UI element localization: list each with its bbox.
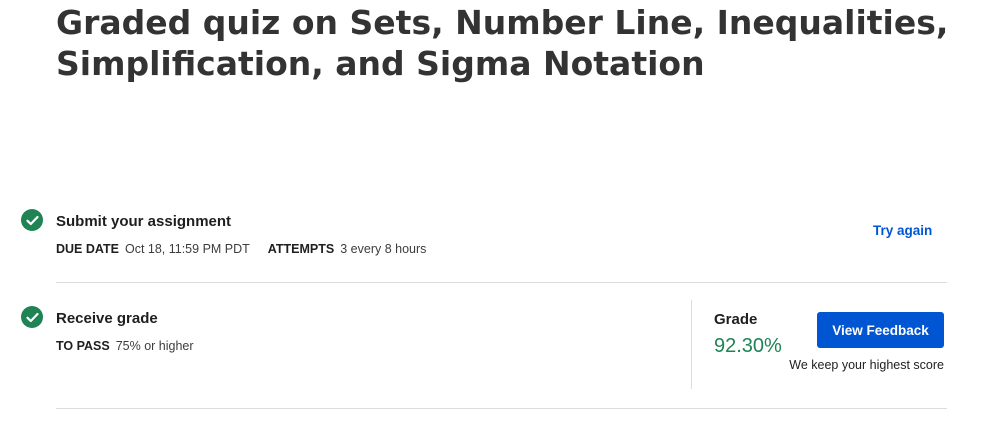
section-divider: [56, 408, 947, 409]
to-pass-label: TO PASS: [56, 339, 110, 353]
due-date-value: Oct 18, 11:59 PM PDT: [124, 242, 250, 256]
checkmark-circle-icon: [21, 306, 43, 328]
view-feedback-button[interactable]: View Feedback: [817, 312, 944, 348]
receive-grade-meta: TO PASS 75% or higher: [56, 339, 212, 353]
to-pass-value: 75% or higher: [115, 339, 194, 353]
checkmark-circle-icon: [21, 209, 43, 231]
attempts-label: ATTEMPTS: [267, 242, 335, 256]
grade-value: 92.30%: [714, 335, 782, 357]
grade-label: Grade: [714, 311, 758, 328]
highest-score-note: We keep your highest score: [789, 358, 944, 372]
receive-grade-title: Receive grade: [56, 310, 158, 327]
submit-assignment-meta: DUE DATE Oct 18, 11:59 PM PDT ATTEMPTS 3 ev…: [56, 242, 444, 256]
due-date-label: DUE DATE: [56, 242, 119, 256]
section-divider: [56, 282, 947, 283]
grade-panel-divider: [691, 300, 692, 389]
try-again-button[interactable]: Try again: [873, 223, 932, 238]
attempts-value: 3 every 8 hours: [340, 242, 427, 256]
page-title: Graded quiz on Sets, Number Line, Inequa…: [56, 3, 949, 83]
submit-assignment-title: Submit your assignment: [56, 213, 232, 230]
